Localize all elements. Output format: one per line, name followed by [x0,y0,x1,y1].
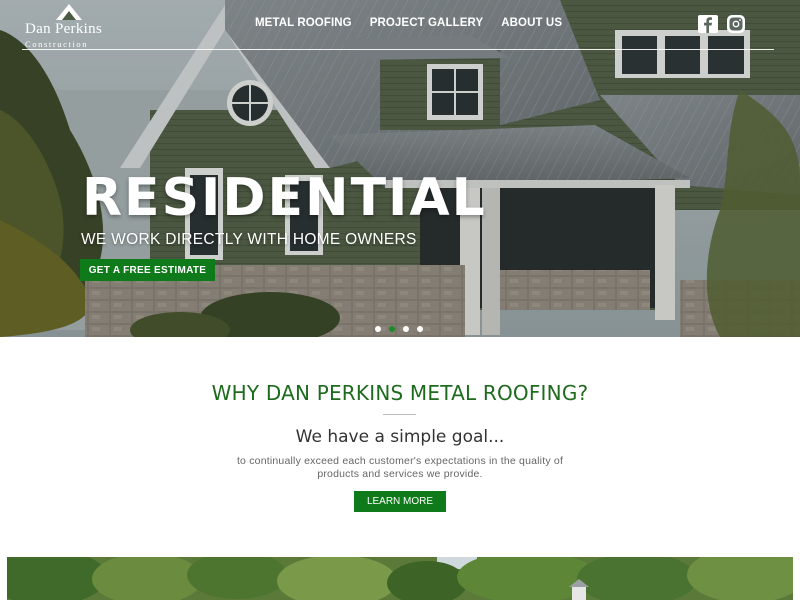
nav-project-gallery[interactable]: PROJECT GALLERY [370,17,484,29]
why-body-line: products and services we provide. [317,467,483,480]
roof-peak-icon [56,4,82,20]
header-divider [22,49,774,50]
slider-dot[interactable] [375,326,381,332]
hero-title: RESIDENTIAL [82,168,487,228]
social-links [698,15,746,33]
slider-dot[interactable] [417,326,423,332]
nav-about-us[interactable]: ABOUT US [501,17,562,29]
why-heading: WHY DAN PERKINS METAL ROOFING? [211,381,589,405]
learn-more-button[interactable]: LEARN MORE [354,491,446,512]
why-goal-text: We have a simple goal... [295,427,505,447]
facebook-icon[interactable] [698,15,718,33]
free-estimate-button[interactable]: GET A FREE ESTIMATE [80,259,215,281]
logo-name: Dan Perkins [25,21,103,37]
hero-subtitle: WE WORK DIRECTLY WITH HOME OWNERS [81,231,417,248]
why-divider [383,414,416,415]
why-body-line: to continually exceed each customer's ex… [236,455,564,467]
nav-metal-roofing[interactable]: METAL ROOFING [255,17,352,29]
main-nav: METAL ROOFING PROJECT GALLERY ABOUT US [255,17,562,29]
why-body-text: to continually exceed each customer's ex… [225,455,575,480]
slider-dot[interactable] [403,326,409,332]
slider-dot-active[interactable] [389,326,395,332]
trees-image [7,557,793,600]
instagram-icon[interactable] [726,15,746,33]
site-logo[interactable]: Dan Perkins Construction [24,4,120,49]
hero-slider: Dan Perkins Construction METAL ROOFING P… [0,0,800,337]
slider-dots [375,326,423,332]
logo-subtitle: Construction [25,39,89,49]
